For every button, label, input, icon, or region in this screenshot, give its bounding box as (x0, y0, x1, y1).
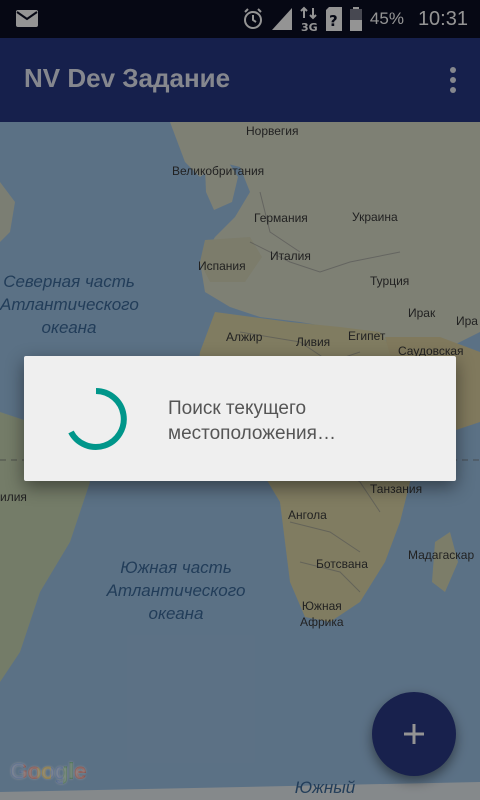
progress-message: Поиск текущего местоположения… (168, 398, 336, 444)
progress-spinner-icon (68, 388, 127, 450)
